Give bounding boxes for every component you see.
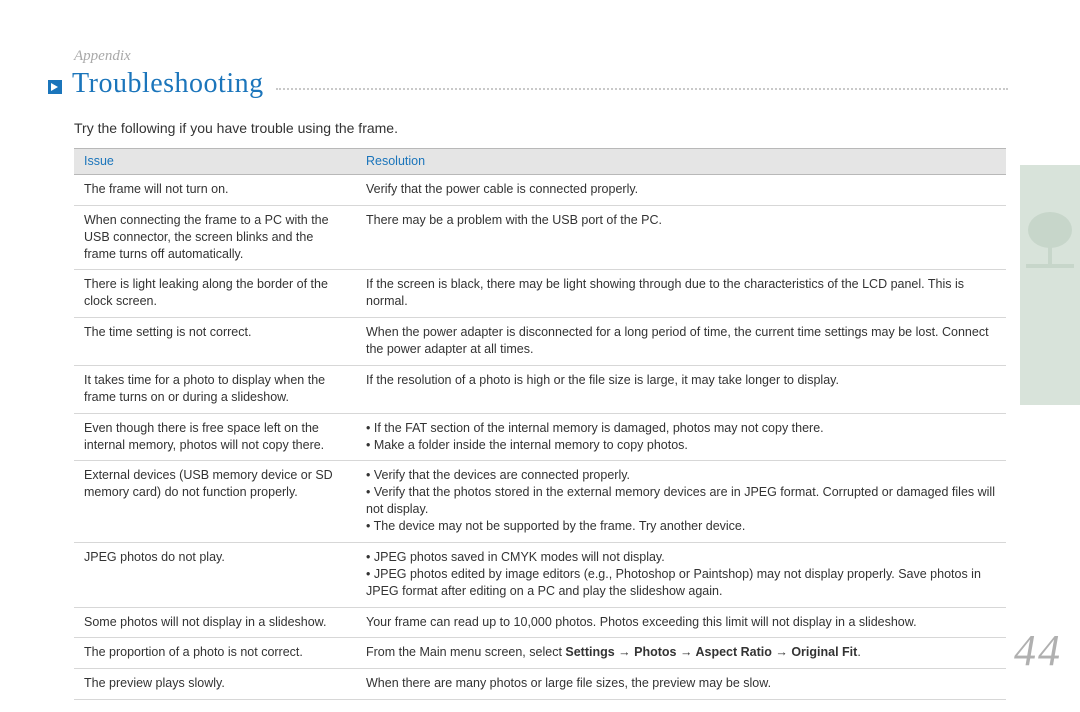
page-number: 44 [1014, 625, 1062, 676]
menu-path-bold: Settings → Photos → Aspect Ratio → Origi… [565, 645, 857, 659]
resolution-cell: When the power adapter is disconnected f… [356, 318, 1006, 366]
title-dotted-rule [276, 78, 1008, 90]
resolution-cell: There may be a problem with the USB port… [356, 205, 1006, 270]
resolution-cell: If the screen is black, there may be lig… [356, 270, 1006, 318]
table-row: JPEG photos do not play. JPEG photos save… [74, 542, 1006, 607]
column-header-issue: Issue [74, 149, 356, 175]
table-row: Even though there is free space left on … [74, 413, 1006, 461]
list-item: Verify that the photos stored in the ext… [366, 484, 996, 518]
tree-icon [1026, 210, 1074, 270]
table-row: Some photos will not display in a slides… [74, 607, 1006, 638]
table-row: External devices (USB memory device or S… [74, 461, 1006, 543]
issue-cell: The preview plays slowly. [74, 669, 356, 700]
ducks-icon [1020, 410, 1078, 520]
issue-cell: It takes time for a photo to display whe… [74, 365, 356, 413]
arrow-bullet-icon [48, 80, 62, 94]
table-row: When connecting the frame to a PC with t… [74, 205, 1006, 270]
issue-cell: The frame will not turn on. [74, 174, 356, 205]
resolution-cell: Verify that the devices are connected pr… [356, 461, 1006, 543]
resolution-cell: Verify that the power cable is connected… [356, 174, 1006, 205]
page-title: Troubleshooting [72, 68, 264, 100]
table-row: There is light leaking along the border … [74, 270, 1006, 318]
table-row: The preview plays slowly.When there are … [74, 669, 1006, 700]
list-item: The device may not be supported by the f… [366, 518, 996, 535]
issue-cell: There is light leaking along the border … [74, 270, 356, 318]
resolution-cell: Your frame can read up to 10,000 photos.… [356, 607, 1006, 638]
table-row: The frame will not turn on.Verify that t… [74, 174, 1006, 205]
resolution-cell: From the Main menu screen, select Settin… [356, 638, 1006, 669]
column-header-resolution: Resolution [356, 149, 1006, 175]
table-row: The time setting is not correct.When the… [74, 318, 1006, 366]
issue-cell: The time setting is not correct. [74, 318, 356, 366]
troubleshooting-table: Issue Resolution The frame will not turn… [74, 148, 1006, 700]
resolution-cell: JPEG photos saved in CMYK modes will not… [356, 542, 1006, 607]
issue-cell: The proportion of a photo is not correct… [74, 638, 356, 669]
list-item: JPEG photos edited by image editors (e.g… [366, 566, 996, 600]
issue-cell: Even though there is free space left on … [74, 413, 356, 461]
resolution-cell: If the FAT section of the internal memor… [356, 413, 1006, 461]
issue-cell: When connecting the frame to a PC with t… [74, 205, 356, 270]
table-row: It takes time for a photo to display whe… [74, 365, 1006, 413]
issue-cell: JPEG photos do not play. [74, 542, 356, 607]
list-item: Make a folder inside the internal memory… [366, 437, 996, 454]
resolution-cell: If the resolution of a photo is high or … [356, 365, 1006, 413]
decorative-sidebar [1020, 0, 1080, 712]
intro-text: Try the following if you have trouble us… [74, 120, 398, 136]
issue-cell: Some photos will not display in a slides… [74, 607, 356, 638]
issue-cell: External devices (USB memory device or S… [74, 461, 356, 543]
list-item: If the FAT section of the internal memor… [366, 420, 996, 437]
resolution-cell: When there are many photos or large file… [356, 669, 1006, 700]
table-row: The proportion of a photo is not correct… [74, 638, 1006, 669]
list-item: JPEG photos saved in CMYK modes will not… [366, 549, 996, 566]
section-label: Appendix [74, 48, 131, 65]
list-item: Verify that the devices are connected pr… [366, 467, 996, 484]
